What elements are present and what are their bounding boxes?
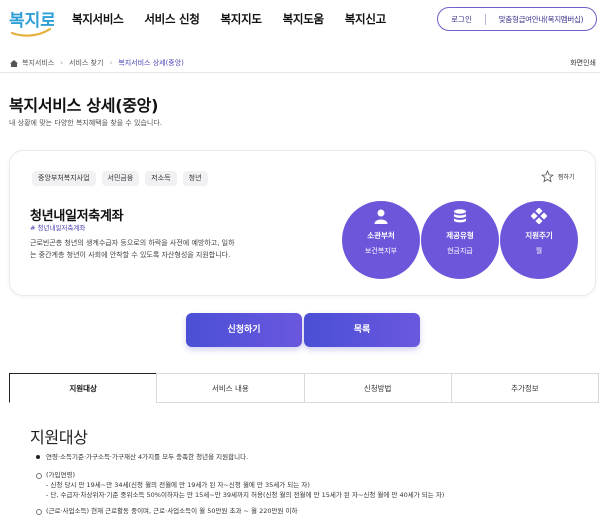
- cycle-icon: [531, 208, 547, 224]
- info-type: 제공유형 현금지급: [421, 201, 499, 279]
- section-title: 지원대상: [30, 424, 88, 448]
- info-type-value: 현금지급: [447, 247, 473, 255]
- nav-service-application[interactable]: 서비스 신청: [144, 11, 199, 27]
- site-header: 복지로 복지서비스 서비스 신청 복지지도 복지도움 복지신고 로그인 맞춤형급…: [0, 0, 600, 40]
- breadcrumb: 복지서비스 › 서비스 찾기 › 복지서비스 상세(중앙): [10, 58, 184, 68]
- service-card: 중앙부처복지사업 서민금융 저소득 청년 찜하기 청년내일저축계좌 # 청년내일…: [9, 150, 596, 296]
- tag-finance: 서민금융: [101, 171, 140, 186]
- info-cycle-value: 월: [535, 247, 543, 255]
- logo-text: 복지로: [9, 11, 54, 31]
- breadcrumb-item-find[interactable]: 서비스 찾기: [69, 58, 103, 68]
- page-title: 복지서비스 상세(중앙): [9, 96, 159, 115]
- account-box: 로그인 맞춤형급여안내(복지멤버십): [437, 7, 597, 31]
- page-subtitle: 내 상황에 맞는 다양한 복지혜택을 찾을 수 있습니다.: [9, 119, 163, 127]
- breadcrumb-separator-icon: ›: [109, 59, 113, 67]
- main-nav: 복지서비스 서비스 신청 복지지도 복지도움 복지신고: [72, 11, 407, 27]
- tag-youth: 청년: [182, 171, 208, 186]
- eligibility-content: 연령·소득기준·가구소득·가구재산 4가지를 모두 충족한 청년을 지원합니다.…: [34, 452, 594, 516]
- eligibility-summary: 연령·소득기준·가구소득·가구재산 4가지를 모두 충족한 청년을 지원합니다.: [34, 452, 594, 462]
- breadcrumb-separator-icon: ›: [60, 59, 64, 67]
- service-description: 근로빈곤층 청년의 생계수급자 등으로의 하락을 사전에 예방하고, 일하는 중…: [30, 239, 235, 259]
- star-icon: [541, 170, 554, 183]
- print-button[interactable]: 화면인쇄: [570, 58, 596, 68]
- bookmark-button[interactable]: 찜하기: [541, 170, 575, 183]
- apply-button[interactable]: 신청하기: [186, 313, 302, 347]
- info-ministry-value: 보건복지부: [364, 247, 398, 255]
- detail-tabs: 지원대상 서비스 내용 신청방법 추가정보: [9, 373, 599, 403]
- section-title-text: 지원대상: [30, 428, 88, 447]
- custom-benefit-link[interactable]: 맞춤형급여안내(복지멤버십): [486, 14, 596, 25]
- bookmark-label: 찜하기: [558, 174, 575, 181]
- info-cycle: 지원주기 월: [500, 201, 578, 279]
- list-button[interactable]: 목록: [304, 313, 420, 347]
- breadcrumb-item-current: 복지서비스 상세(중앙): [118, 59, 184, 67]
- service-hashtag[interactable]: # 청년내일저축계좌: [30, 222, 85, 232]
- tab-service-content[interactable]: 서비스 내용: [156, 373, 305, 403]
- nav-welfare-map[interactable]: 복지지도: [221, 11, 262, 27]
- header-divider: [0, 72, 600, 73]
- coins-icon: [454, 209, 466, 223]
- nav-welfare-services[interactable]: 복지서비스: [72, 11, 124, 27]
- info-ministry: 소관부처 보건복지부: [342, 201, 420, 279]
- tab-eligibility[interactable]: 지원대상: [9, 373, 158, 403]
- bokjiro-logo[interactable]: 복지로: [8, 6, 56, 38]
- breadcrumb-bar: 복지서비스 › 서비스 찾기 › 복지서비스 상세(중앙) 화면인쇄: [0, 56, 600, 70]
- income-line: (근로·사업소득) 현재 근로활동 중이며, 근로·사업소득이 월 50만원 초…: [34, 506, 594, 516]
- nav-welfare-help[interactable]: 복지도움: [283, 11, 324, 27]
- info-ministry-label: 소관부처: [367, 231, 395, 240]
- home-icon[interactable]: [10, 59, 18, 67]
- tag-low-income: 저소득: [145, 171, 177, 186]
- tag-central-ministry: 중앙부처복지사업: [32, 171, 96, 186]
- age-header: (가입연령): [34, 470, 594, 480]
- login-button[interactable]: 로그인: [438, 14, 485, 25]
- service-tags: 중앙부처복지사업 서민금융 저소득 청년: [32, 171, 214, 186]
- tab-application-method[interactable]: 신청방법: [303, 373, 452, 403]
- info-type-label: 제공유형: [446, 231, 474, 240]
- nav-welfare-report[interactable]: 복지신고: [345, 11, 386, 27]
- age-line-1: - 신청 당시 만 19세~만 34세(신청 월의 전월에 만 19세가 된 자…: [46, 481, 310, 489]
- info-cycle-label: 지원주기: [525, 231, 553, 240]
- tab-additional-info[interactable]: 추가정보: [450, 373, 599, 403]
- age-line-2: - 단, 수급자·차상위자·기준 중위소득 50%이하자는 만 15세~만 39…: [46, 491, 445, 499]
- person-icon: [374, 209, 388, 224]
- breadcrumb-item-welfare[interactable]: 복지서비스: [22, 58, 54, 68]
